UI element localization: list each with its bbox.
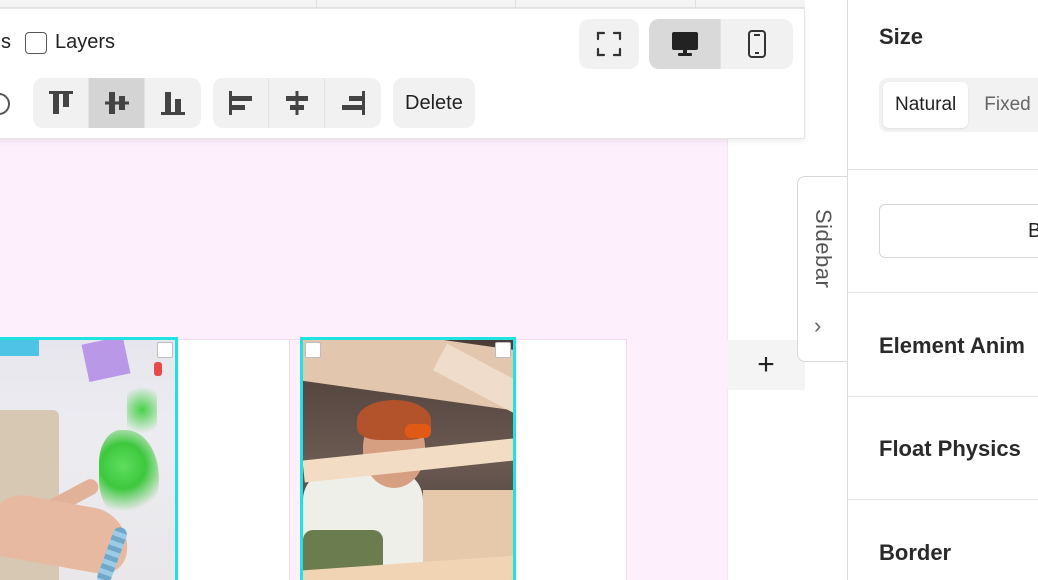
fullscreen-button[interactable] xyxy=(579,19,639,69)
size-mode-selector: Natural Fixed xyxy=(879,78,1038,132)
alignment-controls: Delete xyxy=(33,78,475,128)
resize-handle[interactable] xyxy=(495,342,511,358)
size-section-title: Size xyxy=(879,24,924,49)
divider xyxy=(848,292,1038,293)
horizontal-align-group xyxy=(213,78,381,128)
grid-cell[interactable] xyxy=(514,340,627,580)
properties-panel: Size Natural Fixed B Element Anim Float … xyxy=(847,0,1038,580)
editor-app: + s Layers Delete Sidebar › Size Natural… xyxy=(0,0,1038,580)
align-top-button[interactable] xyxy=(33,78,89,128)
device-toggle xyxy=(649,19,793,69)
align-left-icon xyxy=(228,91,252,115)
border-section-title[interactable]: Border xyxy=(879,540,951,566)
refresh-icon[interactable] xyxy=(0,89,15,119)
layers-label: Layers xyxy=(55,31,116,53)
clipped-toolbar-label: s xyxy=(1,31,11,53)
align-bottom-icon xyxy=(161,92,185,115)
view-mode-controls xyxy=(579,19,793,69)
align-right-button[interactable] xyxy=(325,78,381,128)
panel-action-button-label: B xyxy=(1028,219,1038,242)
float-physics-section-title[interactable]: Float Physics xyxy=(879,436,1021,462)
image-element-wood-boards[interactable] xyxy=(300,337,516,580)
layers-toggle[interactable]: Layers xyxy=(25,31,115,54)
mobile-icon xyxy=(748,30,766,58)
divider xyxy=(848,169,1038,170)
desktop-icon xyxy=(671,32,698,56)
image-element-painted-apron[interactable] xyxy=(0,337,178,580)
delete-button[interactable]: Delete xyxy=(393,78,475,128)
align-left-button[interactable] xyxy=(213,78,269,128)
panel-action-button[interactable]: B xyxy=(879,204,1038,258)
mobile-view-button[interactable] xyxy=(721,19,793,69)
size-option-natural[interactable]: Natural xyxy=(883,82,969,128)
sidebar-toggle-tab[interactable]: Sidebar › xyxy=(797,176,848,362)
align-middle-button[interactable] xyxy=(89,78,145,128)
size-option-fixed[interactable]: Fixed xyxy=(972,82,1038,128)
align-bottom-button[interactable] xyxy=(145,78,201,128)
chevron-right-icon: › xyxy=(814,313,822,338)
layers-checkbox[interactable] xyxy=(25,31,47,54)
top-strip xyxy=(0,0,805,8)
sidebar-tab-label: Sidebar xyxy=(811,209,836,289)
fullscreen-icon xyxy=(596,31,622,57)
align-right-icon xyxy=(342,91,365,115)
align-top-icon xyxy=(48,91,73,114)
align-center-button[interactable] xyxy=(269,78,325,128)
divider xyxy=(848,396,1038,397)
floating-toolbar: s Layers Delete xyxy=(0,8,805,139)
photo-person-wood-boards xyxy=(303,340,513,580)
vertical-align-group xyxy=(33,78,201,128)
align-vertical-center-icon xyxy=(104,92,129,114)
photo-apron-hand xyxy=(0,340,175,580)
desktop-view-button[interactable] xyxy=(649,19,721,69)
divider xyxy=(848,499,1038,500)
element-animation-section-title[interactable]: Element Anim xyxy=(879,333,1025,359)
resize-handle[interactable] xyxy=(305,342,321,358)
align-horizontal-center-icon xyxy=(285,91,308,115)
grid-cell[interactable] xyxy=(177,340,290,580)
add-row-button[interactable]: + xyxy=(727,340,805,390)
resize-handle[interactable] xyxy=(157,342,173,358)
